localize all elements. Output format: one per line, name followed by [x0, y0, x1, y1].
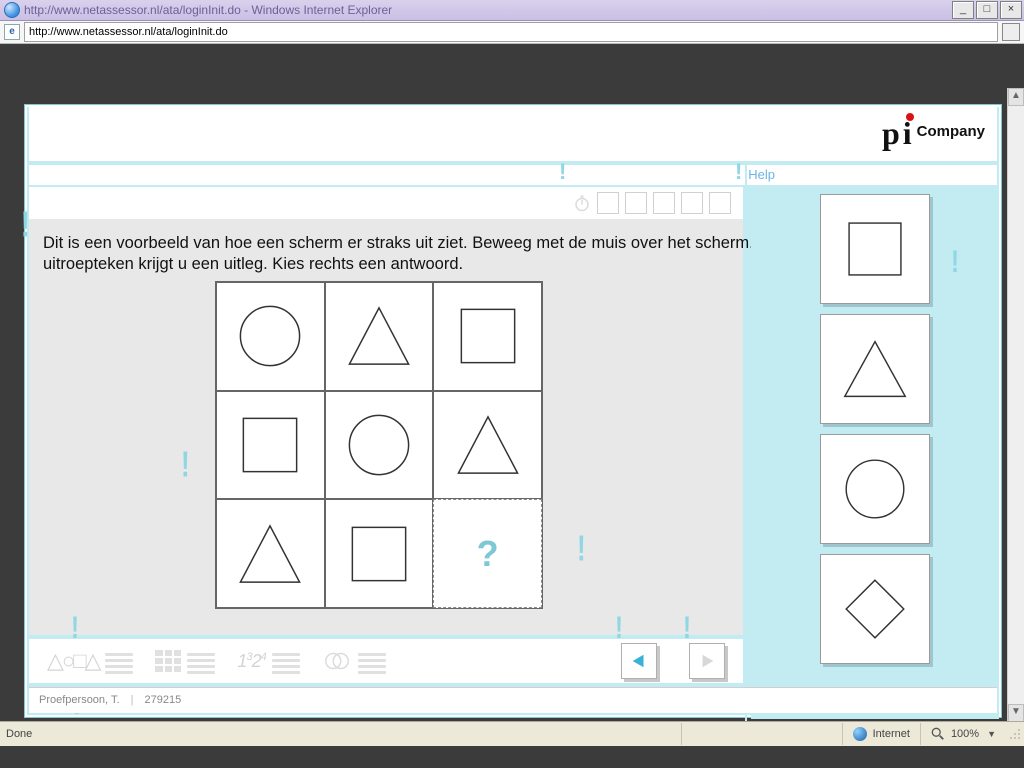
help-marker-icon[interactable]: ! [21, 203, 30, 246]
app-header: pi Company [29, 107, 997, 161]
circle-icon [233, 299, 307, 373]
footer-code: 279215 [145, 694, 182, 706]
help-marker-icon[interactable]: ! [683, 611, 691, 647]
diamond-icon [839, 573, 911, 645]
task-toolbar: ! ! ! ! △○□△ 1324 [29, 639, 743, 683]
footer-user: Proefpersoon, T. [39, 694, 120, 706]
window-titlebar: http://www.netassessor.nl/ata/loginInit.… [0, 0, 1024, 21]
brand-logo: pi Company [882, 115, 985, 151]
window-restore-button[interactable]: □ [976, 1, 998, 19]
task-type-shapes[interactable]: △○□△ [47, 648, 133, 674]
venn-icon [322, 650, 352, 672]
window-minimize-button[interactable]: _ [952, 1, 974, 19]
grid-cell [216, 391, 325, 500]
browser-statusbar: Done Internet 100% ▼ [0, 721, 1024, 746]
grid-cell [433, 282, 542, 391]
app-footer: Proefpersoon, T. | 279215 [29, 687, 997, 713]
triangle-icon [839, 333, 911, 405]
answer-option-triangle[interactable] [820, 314, 930, 424]
triangle-icon [451, 408, 525, 482]
app-card: pi Company ! ! Help Dit is een voorbeeld… [24, 104, 1002, 718]
globe-icon [853, 727, 867, 741]
shapes-glyphs: △○□△ [47, 648, 99, 674]
chevron-down-icon: ▼ [987, 729, 996, 739]
progress-slot [597, 192, 619, 214]
status-left: Done [0, 728, 681, 740]
instruction-text: Dit is een voorbeeld van hoe een scherm … [43, 233, 873, 274]
url-input[interactable] [24, 22, 998, 42]
answer-option-circle[interactable] [820, 434, 930, 544]
progress-slot [681, 192, 703, 214]
help-marker-icon[interactable]: ! [577, 527, 586, 570]
answer-option-diamond[interactable] [820, 554, 930, 664]
task-type-venn[interactable] [322, 650, 386, 672]
triangle-left-icon [630, 652, 648, 670]
triangle-right-icon [698, 652, 716, 670]
status-zoom[interactable]: 100% ▼ [920, 723, 1006, 745]
ie-logo-icon [4, 2, 20, 18]
address-go-button[interactable] [1002, 23, 1020, 41]
triangle-icon [233, 517, 307, 591]
square-icon [342, 517, 416, 591]
brand-company-text: Company [917, 123, 985, 140]
page-icon [4, 24, 20, 40]
help-marker-icon[interactable]: ! [71, 611, 79, 647]
grid-cell-missing[interactable]: ? [433, 499, 542, 608]
grid-cell [216, 499, 325, 608]
grid-cell [325, 391, 434, 500]
help-marker-icon[interactable]: ! [615, 611, 623, 647]
magnifier-icon [931, 727, 945, 741]
prev-button[interactable] [621, 643, 657, 679]
help-marker-icon[interactable]: ! [735, 159, 742, 185]
next-button[interactable] [689, 643, 725, 679]
answer-option-square[interactable] [820, 194, 930, 304]
footer-sep: | [131, 694, 134, 706]
status-zone: Internet [842, 723, 920, 745]
answer-column: ! [751, 189, 999, 719]
status-empty [681, 723, 842, 745]
task-type-numeric[interactable]: 1324 [237, 650, 299, 672]
help-marker-icon[interactable]: ! [951, 245, 959, 281]
progress-strip [29, 187, 743, 219]
stopwatch-icon [573, 194, 591, 212]
square-icon [233, 408, 307, 482]
task-type-grid[interactable] [155, 650, 215, 672]
square-icon [839, 213, 911, 285]
window-close-button[interactable]: × [1000, 1, 1022, 19]
square-icon [451, 299, 525, 373]
help-link[interactable]: Help [748, 167, 775, 182]
progress-slot [709, 192, 731, 214]
question-panel: Dit is een voorbeeld van hoe een scherm … [29, 219, 743, 635]
scroll-down-button[interactable]: ▼ [1008, 704, 1024, 722]
grid-cell [325, 282, 434, 391]
app-nav: ! ! Help [29, 165, 997, 187]
puzzle-grid: ? [215, 281, 543, 609]
grid-cell [216, 282, 325, 391]
scroll-up-button[interactable]: ▲ [1008, 88, 1024, 106]
vertical-scrollbar[interactable]: ▲ ▼ [1007, 88, 1024, 722]
grip-icon [1008, 727, 1022, 741]
circle-icon [342, 408, 416, 482]
help-marker-icon[interactable]: ! [559, 159, 566, 185]
resize-grip[interactable] [1006, 727, 1024, 741]
grid-cell [433, 391, 542, 500]
grid-cell [325, 499, 434, 608]
status-zone-text: Internet [873, 728, 910, 740]
circle-icon [839, 453, 911, 525]
triangle-icon [342, 299, 416, 373]
help-marker-icon[interactable]: ! [181, 443, 190, 486]
missing-symbol: ? [477, 533, 499, 575]
address-bar [0, 21, 1024, 44]
window-title: http://www.netassessor.nl/ata/loginInit.… [24, 3, 392, 17]
progress-slot [653, 192, 675, 214]
progress-slot [625, 192, 647, 214]
browser-viewport: pi Company ! ! Help Dit is een voorbeeld… [0, 44, 1024, 746]
zoom-value: 100% [951, 728, 979, 740]
